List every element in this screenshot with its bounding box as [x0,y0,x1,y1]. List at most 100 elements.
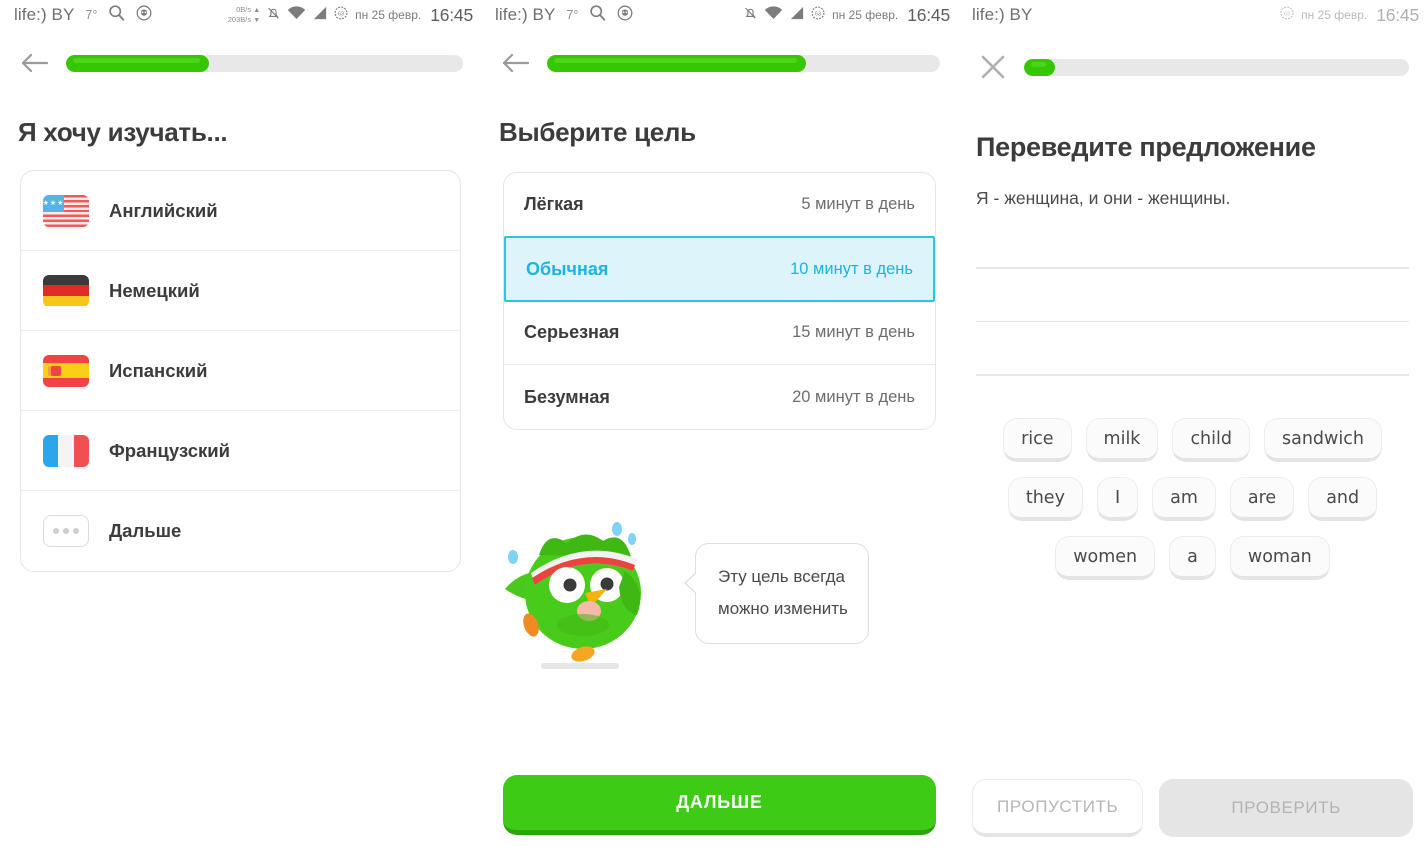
status-time: 16:45 [1376,4,1419,25]
goal-list: Лёгкая 5 минут в день Обычная 10 минут в… [503,172,936,430]
wifi-icon [287,5,306,25]
goal-name: Серьезная [524,322,620,342]
skip-button[interactable]: ПРОПУСТИТЬ [972,779,1144,837]
word-tile[interactable]: a [1169,535,1216,580]
language-option-german[interactable]: Немецкий [21,251,460,331]
word-tile[interactable]: I [1096,476,1139,521]
language-option-more[interactable]: Дальше [21,491,460,571]
search-icon[interactable] [589,4,606,26]
header-row-3 [958,30,1427,84]
goal-time: 15 минут в день [792,323,915,341]
check-button[interactable]: ПРОВЕРИТЬ [1159,779,1413,837]
bubble-line-2: можно изменить [718,599,848,618]
status-time: 16:45 [907,4,950,25]
answer-line[interactable] [976,320,1409,323]
status-date: пн 25 февр. [355,8,422,22]
word-bank: rice milk child sandwich they I am are a… [974,417,1411,580]
back-arrow-icon[interactable] [18,46,52,80]
screen-translate-exercise: life:) BY 63 пн 25 февр. 16:45 Переведит… [958,0,1427,849]
status-date: пн 25 февр. [832,8,899,22]
battery-icon: 63 [334,6,348,25]
word-tile[interactable]: they [1007,476,1083,521]
goal-time: 20 минут в день [792,387,915,406]
search-icon[interactable] [108,4,125,26]
footer-2: ДАЛЬШЕ [481,775,958,835]
shield-icon[interactable] [136,5,152,26]
answer-area[interactable] [976,267,1409,376]
duo-owl-icon [491,515,691,675]
word-tile[interactable]: are [1229,476,1295,521]
header-row-1 [0,30,481,80]
language-label: Французский [109,439,230,461]
goal-name: Безумная [524,386,610,407]
language-list: ★★★ Английский Немецкий Испанский Францу… [20,170,461,572]
goal-time: 10 минут в день [790,259,913,278]
progress-bar-2 [547,54,940,72]
progress-bar-3 [1024,58,1409,76]
screenshot-strip: life:) BY 7° 0B/s ▲ 203B/s ▼ 63 пн 25 фе… [0,0,1427,849]
goal-option-regular[interactable]: Обычная 10 минут в день [504,236,935,302]
goal-time: 5 минут в день [801,195,915,213]
word-bank-row: they I am are and [974,476,1411,521]
word-bank-row: women a woman [974,535,1411,580]
status-bar-2: life:) BY 7° 63 пн 25 февр. 16:45 [481,0,958,30]
word-tile[interactable]: child [1172,417,1250,462]
word-bank-row: rice milk child sandwich [974,417,1411,462]
flag-us-icon: ★★★ [43,194,89,227]
more-dots-icon [43,515,89,547]
status-bar-3: life:) BY 63 пн 25 февр. 16:45 [958,0,1427,30]
answer-line[interactable] [976,374,1409,376]
word-tile[interactable]: am [1152,476,1216,521]
goal-option-insane[interactable]: Безумная 20 минут в день [504,365,935,429]
page-title: Переведите предложение [976,132,1316,162]
flag-de-icon [43,274,89,307]
bubble-line-1: Эту цель всегда [718,567,845,586]
network-speed: 0B/s ▲ 203B/s ▼ [227,5,261,24]
screen-language-select: life:) BY 7° 0B/s ▲ 203B/s ▼ 63 пн 25 фе… [0,0,481,849]
status-date: пн 25 февр. [1301,8,1368,22]
language-label: Немецкий [109,279,200,301]
notification-off-icon [743,5,758,26]
next-button[interactable]: ДАЛЬШЕ [503,775,936,835]
word-tile[interactable]: woman [1229,535,1330,580]
word-tile[interactable]: women [1055,535,1156,580]
temperature-label: 7° [85,8,98,22]
progress-bar-1 [66,54,463,72]
signal-icon [312,6,328,25]
header-row-2 [481,30,958,80]
shield-icon[interactable] [617,5,633,26]
battery-icon: 63 [811,6,825,25]
back-arrow-icon[interactable] [499,46,533,80]
status-bar-1: life:) BY 7° 0B/s ▲ 203B/s ▼ 63 пн 25 фе… [0,0,481,30]
mascot-speech-bubble: Эту цель всегда можно изменить [684,543,869,644]
battery-icon: 63 [1280,6,1294,25]
word-tile[interactable]: milk [1085,417,1159,462]
answer-line[interactable] [976,267,1409,269]
language-label: Дальше [109,520,182,541]
notification-off-icon [266,5,281,26]
word-tile[interactable]: sandwich [1263,417,1382,462]
svg-text:63: 63 [1284,11,1290,17]
svg-text:63: 63 [338,11,344,17]
footer-3: ПРОПУСТИТЬ ПРОВЕРИТЬ [958,779,1427,837]
status-time: 16:45 [430,4,473,25]
flag-es-icon [43,354,89,387]
word-tile[interactable]: rice [1003,417,1072,462]
goal-option-serious[interactable]: Серьезная 15 минут в день [504,301,935,365]
mascot-section: Эту цель всегда можно изменить [481,515,958,675]
net-down-label: 203B/s [227,15,252,24]
goal-option-easy[interactable]: Лёгкая 5 минут в день [504,173,935,237]
carrier-label: life:) BY [972,5,1033,24]
word-tile[interactable]: and [1308,476,1378,521]
page-title: Я хочу изучать... [18,117,228,147]
goal-name: Обычная [526,258,609,279]
screen-goal-select: life:) BY 7° 63 пн 25 февр. 16:45 Выбери… [481,0,958,849]
page-title: Выберите цель [499,117,696,147]
source-sentence: Я - женщина, и они - женщины. [976,188,1231,208]
language-option-french[interactable]: Французский [21,411,460,491]
close-icon[interactable] [976,50,1010,84]
svg-text:63: 63 [815,11,821,17]
flag-fr-icon [43,434,89,467]
language-option-spanish[interactable]: Испанский [21,331,460,411]
language-option-english[interactable]: ★★★ Английский [21,171,460,251]
